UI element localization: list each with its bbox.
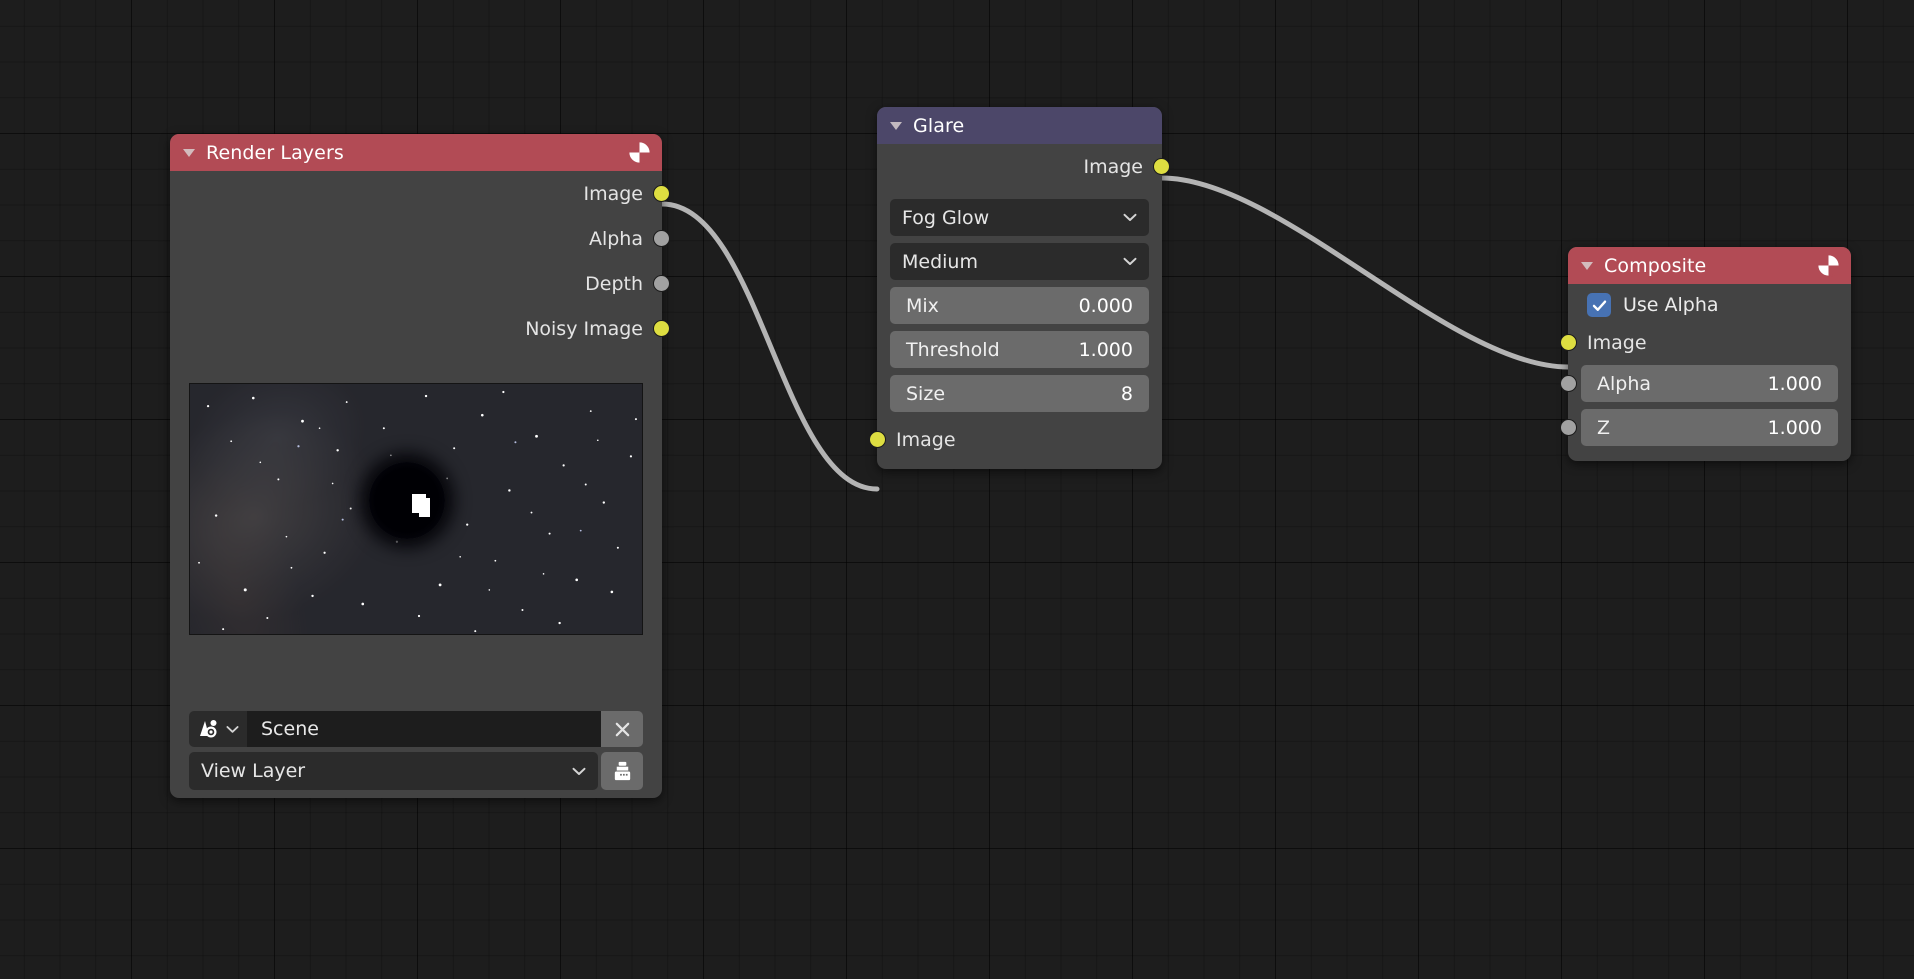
- glare-threshold-label: Threshold: [906, 338, 1000, 361]
- node-glare[interactable]: Glare Image Fog Glow Medium Mix 0.000 Th…: [869, 107, 1170, 469]
- render-result-icon: [627, 140, 652, 165]
- link-glare-to-composite: [1159, 175, 1571, 370]
- composite-alpha-value: 1.000: [1767, 372, 1822, 395]
- chevron-down-icon[interactable]: [1123, 213, 1137, 222]
- socket-label-depth: Depth: [585, 272, 643, 295]
- view-layer-row[interactable]: View Layer: [189, 752, 643, 790]
- composite-alpha-row: Alpha 1.000: [1560, 365, 1851, 402]
- glare-input-socket-row[interactable]: Image: [869, 419, 1162, 461]
- render-layers-body: Image Alpha Depth Noisy Image Scene View…: [170, 171, 670, 798]
- view-layer-value: View Layer: [201, 760, 306, 782]
- socket-in-z[interactable]: [1560, 419, 1577, 436]
- socket-in-image[interactable]: [1560, 334, 1577, 351]
- checkmark-icon: [1592, 299, 1606, 311]
- render-layers-title: Render Layers: [206, 141, 344, 164]
- render-preview-thumbnail[interactable]: [189, 383, 643, 635]
- scene-browse-button[interactable]: [189, 711, 247, 747]
- glare-mix-value: 0.000: [1078, 294, 1133, 317]
- glare-size-row: Size 8: [877, 375, 1162, 412]
- glare-quality-row: Medium: [877, 243, 1162, 280]
- collapse-triangle-icon[interactable]: [890, 121, 902, 130]
- render-layers-header[interactable]: Render Layers: [170, 134, 662, 171]
- scene-name-input[interactable]: Scene: [247, 711, 601, 747]
- composite-alpha-field[interactable]: Alpha 1.000: [1581, 365, 1838, 402]
- chevron-down-icon[interactable]: [572, 767, 586, 776]
- glare-size-field[interactable]: Size 8: [890, 375, 1149, 412]
- socket-out-depth[interactable]: [653, 275, 670, 292]
- use-alpha-label: Use Alpha: [1623, 294, 1719, 316]
- composite-image-socket-row[interactable]: Image: [1560, 321, 1851, 365]
- composite-z-field[interactable]: Z 1.000: [1581, 409, 1838, 446]
- glare-title: Glare: [913, 114, 965, 137]
- glare-threshold-field[interactable]: Threshold 1.000: [890, 331, 1149, 368]
- output-socket-row-depth[interactable]: Depth: [170, 261, 670, 306]
- render-layer-icon: [614, 761, 630, 780]
- glare-threshold-value: 1.000: [1078, 338, 1133, 361]
- glare-mix-row: Mix 0.000: [877, 287, 1162, 324]
- dark-sphere: [368, 461, 446, 539]
- output-socket-row-image[interactable]: Image: [170, 171, 670, 216]
- composite-z-label: Z: [1597, 416, 1611, 439]
- chevron-down-icon[interactable]: [1123, 257, 1137, 266]
- glare-mix-label: Mix: [906, 294, 939, 317]
- view-layer-dropdown[interactable]: View Layer: [189, 752, 598, 790]
- scene-data-icon: [200, 720, 217, 738]
- socket-out-image[interactable]: [1153, 158, 1170, 175]
- glare-type-value: Fog Glow: [902, 206, 990, 229]
- use-alpha-checkbox[interactable]: [1587, 293, 1611, 317]
- socket-label-alpha: Alpha: [588, 227, 643, 250]
- composite-alpha-label: Alpha: [1597, 372, 1652, 395]
- glare-type-row: Fog Glow: [877, 199, 1162, 236]
- composite-z-row: Z 1.000: [1560, 409, 1851, 446]
- node-editor-canvas[interactable]: Render Layers Image Alpha Depth Noisy Im…: [0, 0, 1914, 979]
- socket-label-image: Image: [583, 182, 643, 205]
- glare-body: Image Fog Glow Medium Mix 0.000 Threshol…: [869, 144, 1170, 469]
- socket-out-noisy-image[interactable]: [653, 320, 670, 337]
- socket-label-image-input: Image: [896, 429, 956, 451]
- glare-quality-value: Medium: [902, 250, 978, 273]
- node-render-layers[interactable]: Render Layers Image Alpha Depth Noisy Im…: [170, 134, 670, 798]
- render-result-icon: [1816, 253, 1841, 278]
- scene-clear-button[interactable]: [601, 711, 643, 747]
- glare-mix-field[interactable]: Mix 0.000: [890, 287, 1149, 324]
- composite-body: Use Alpha Image Alpha 1.000 Z 1.000: [1560, 284, 1851, 461]
- scene-id-row[interactable]: Scene: [189, 711, 643, 747]
- glare-size-value: 8: [1120, 382, 1133, 405]
- composite-header[interactable]: Composite: [1568, 247, 1851, 284]
- glare-quality-dropdown[interactable]: Medium: [890, 243, 1149, 280]
- glare-header[interactable]: Glare: [877, 107, 1162, 144]
- collapse-triangle-icon[interactable]: [183, 148, 195, 157]
- socket-label-image: Image: [1083, 155, 1143, 178]
- node-composite[interactable]: Composite Use Alpha Image Alpha 1.000 Z …: [1560, 247, 1851, 461]
- glare-output-socket-row[interactable]: Image: [877, 144, 1170, 189]
- collapse-triangle-icon[interactable]: [1581, 261, 1593, 270]
- glare-threshold-row: Threshold 1.000: [877, 331, 1162, 368]
- use-alpha-row[interactable]: Use Alpha: [1568, 284, 1851, 321]
- output-socket-row-alpha[interactable]: Alpha: [170, 216, 670, 261]
- socket-label-image: Image: [1587, 332, 1647, 354]
- socket-label-noisy-image: Noisy Image: [525, 317, 643, 340]
- close-x-icon: [615, 722, 629, 736]
- link-renderlayers-to-glare: [659, 201, 880, 492]
- chevron-down-icon[interactable]: [226, 725, 239, 734]
- socket-in-alpha[interactable]: [1560, 375, 1577, 392]
- socket-in-image[interactable]: [869, 431, 886, 448]
- composite-title: Composite: [1604, 254, 1707, 277]
- glare-size-label: Size: [906, 382, 946, 405]
- socket-out-alpha[interactable]: [653, 230, 670, 247]
- glare-type-dropdown[interactable]: Fog Glow: [890, 199, 1149, 236]
- view-layer-select-button[interactable]: [601, 752, 643, 790]
- mouse-cursor-icon: [411, 493, 430, 517]
- socket-out-image[interactable]: [653, 185, 670, 202]
- output-socket-row-noisy-image[interactable]: Noisy Image: [170, 306, 670, 351]
- composite-z-value: 1.000: [1767, 416, 1822, 439]
